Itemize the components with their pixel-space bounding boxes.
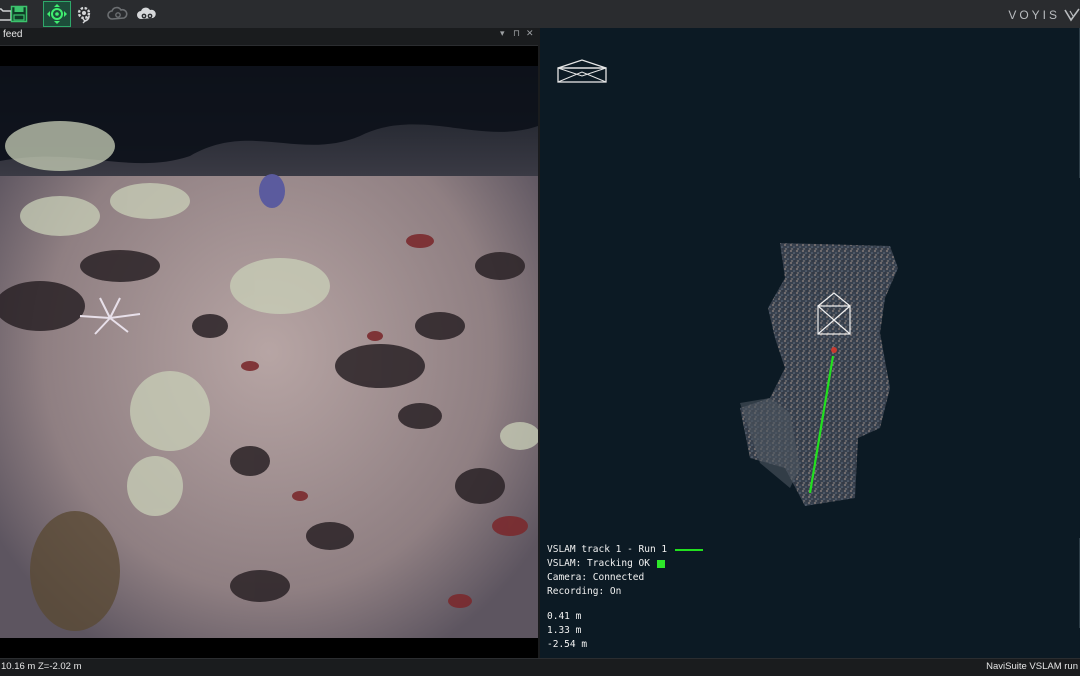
logo-wordmark: VOYIS [1008, 8, 1060, 22]
status-bar: 10.16 m Z=-2.02 m NaviSuite VSLAM run [0, 658, 1080, 676]
tracking-ok-indicator [656, 559, 665, 568]
coordinate-y: 1.33 m [547, 625, 582, 636]
current-position-marker [831, 347, 837, 353]
tracking-status-text: VSLAM: Tracking OK [547, 558, 650, 569]
logo-mark-icon [1064, 8, 1080, 22]
status-app-info: NaviSuite VSLAM run [986, 661, 1078, 672]
camera-status: Camera: Connected [547, 572, 645, 583]
save-button[interactable] [6, 2, 32, 26]
status-position-readout: 10.16 m Z=-2.02 m [1, 661, 82, 672]
camera-panel-titlebar: feed ▾ ⊓ ✕ [0, 28, 538, 46]
brand-logo: VOYIS [1008, 5, 1080, 25]
cloud-settings-button[interactable] [134, 2, 160, 26]
camera-feed-panel: feed ▾ ⊓ ✕ [0, 28, 538, 658]
sync-settings-button[interactable] [72, 2, 98, 26]
point-cloud-map[interactable] [730, 238, 910, 508]
camera-frustum-icon[interactable] [556, 58, 608, 84]
coordinate-z: -2.54 m [547, 639, 588, 650]
track-legend-swatch [674, 548, 703, 551]
track-legend-label: VSLAM track 1 - Run 1 [547, 544, 668, 555]
panel-close-button[interactable]: ✕ [526, 29, 534, 39]
panel-menu-button[interactable]: ▾ [500, 29, 505, 39]
cloud-sync-icon [107, 6, 128, 20]
track-legend: VSLAM track 1 - Run 1 [547, 544, 703, 555]
main-toolbar: VOYIS [0, 0, 1080, 29]
recording-status: Recording: On [547, 586, 622, 597]
vslam-3d-viewer[interactable]: VSLAM track 1 - Run 1 VSLAM: Tracking OK… [538, 28, 1080, 658]
cloud-sync-button[interactable] [105, 2, 131, 26]
navigation-target-icon [47, 4, 67, 24]
cloud-settings-icon [137, 7, 156, 19]
camera-panel-title: feed [3, 29, 23, 40]
gear-sync-icon [77, 6, 91, 24]
save-icon [10, 5, 28, 23]
navigation-mode-button[interactable] [43, 1, 71, 27]
panel-float-button[interactable]: ⊓ [513, 29, 520, 39]
tracking-status: VSLAM: Tracking OK [547, 558, 665, 569]
coordinate-x: 0.41 m [547, 611, 582, 622]
underwater-camera-image [0, 66, 538, 638]
